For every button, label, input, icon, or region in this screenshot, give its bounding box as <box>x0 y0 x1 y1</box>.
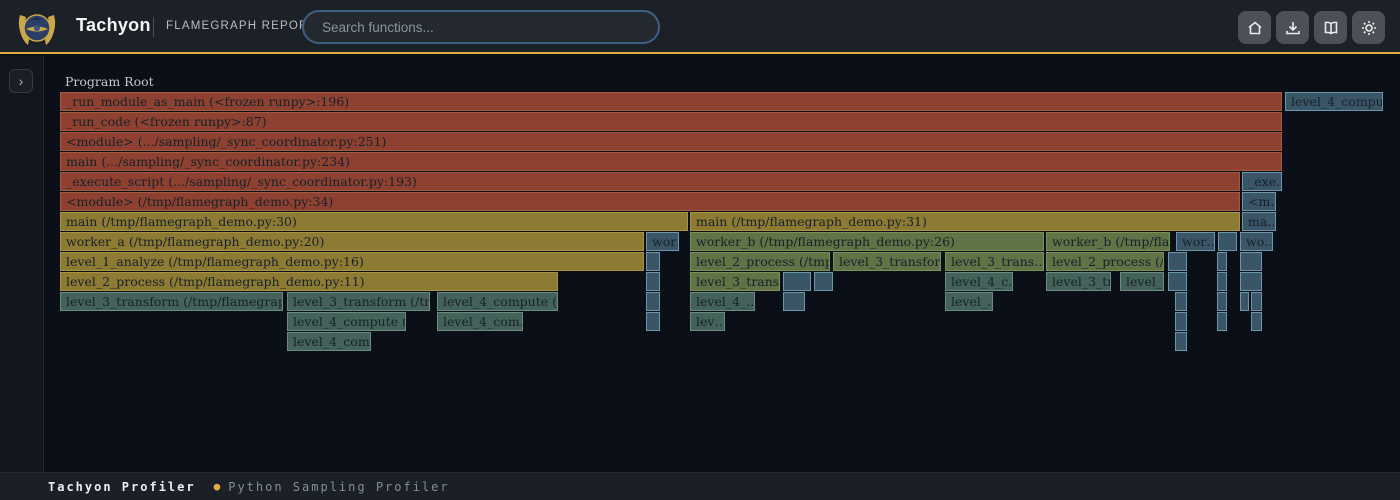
flame-bar[interactable]: main (/tmp/flamegraph_demo.py:30) <box>60 212 688 231</box>
flame-bar[interactable]: level_4_… <box>690 292 755 311</box>
flame-bar[interactable]: level_2_process (/tm… <box>1046 252 1164 271</box>
flame-bar[interactable]: _run_module_as_main (<frozen runpy>:196) <box>60 92 1282 111</box>
theme-toggle-button[interactable] <box>1352 11 1385 44</box>
flame-bar[interactable]: wor… <box>646 232 679 251</box>
flame-bar[interactable]: ma… <box>1242 212 1276 231</box>
flame-bar[interactable]: level_3_transform (/tmp/fl… <box>287 292 430 311</box>
home-button[interactable] <box>1238 11 1271 44</box>
sidebar-toggle-button[interactable]: › <box>9 69 33 93</box>
flame-bar[interactable]: level_… <box>1120 272 1164 291</box>
status-subtitle: Python Sampling Profiler <box>228 480 449 494</box>
flame-bar[interactable] <box>1217 272 1227 291</box>
flame-bar[interactable] <box>1251 312 1262 331</box>
flame-bar[interactable]: level_3_transform… <box>833 252 941 271</box>
flame-root-bar[interactable]: Program Root <box>60 72 1282 91</box>
flame-bar[interactable]: level_1_analyze (/tmp/flamegraph_demo.py… <box>60 252 644 271</box>
flame-bar[interactable]: lev… <box>690 312 725 331</box>
flame-bar[interactable]: level_4_c… <box>945 272 1013 291</box>
flame-bar[interactable]: _execute_script (.../sampling/_sync_coor… <box>60 172 1240 191</box>
flame-bar[interactable]: main (/tmp/flamegraph_demo.py:31) <box>690 212 1240 231</box>
flame-bar[interactable]: level_3_transform (/tmp/flamegraph_dem… <box>60 292 283 311</box>
header-divider <box>153 17 154 37</box>
flame-bar[interactable] <box>1240 252 1262 271</box>
flame-bar[interactable] <box>1217 312 1227 331</box>
status-app-name: Tachyon Profiler <box>48 480 196 494</box>
flame-bar[interactable]: _exe… <box>1242 172 1282 191</box>
status-dot-icon: ● <box>214 480 221 493</box>
flame-bar[interactable] <box>1168 252 1187 271</box>
flame-bar[interactable]: level_4_com… <box>287 332 371 351</box>
flame-bar[interactable]: level_2_process (/tmp/flamegraph_demo.py… <box>60 272 558 291</box>
flame-bar[interactable]: <module> (/tmp/flamegraph_demo.py:34) <box>60 192 1240 211</box>
flame-bar[interactable] <box>1240 292 1249 311</box>
flame-bar[interactable]: level_4_compute (/t… <box>437 292 558 311</box>
flame-bar[interactable] <box>646 272 660 291</box>
tachyon-logo-icon <box>16 7 58 49</box>
flame-bar[interactable]: level_3_tr… <box>1046 272 1111 291</box>
flame-bar[interactable] <box>1175 292 1187 311</box>
home-icon <box>1246 19 1264 37</box>
download-icon <box>1284 19 1302 37</box>
flame-bar[interactable]: level_4_com… <box>437 312 523 331</box>
flame-bar[interactable]: main (.../sampling/_sync_coordinator.py:… <box>60 152 1282 171</box>
search-input[interactable] <box>302 10 660 44</box>
flame-bar[interactable] <box>1168 272 1187 291</box>
flame-bar[interactable]: <m… <box>1242 192 1276 211</box>
flame-bar[interactable] <box>1217 292 1227 311</box>
flame-bar[interactable] <box>1175 312 1187 331</box>
flame-bar[interactable] <box>783 292 805 311</box>
flame-bar[interactable]: level_3_transf… <box>690 272 780 291</box>
flame-bar[interactable] <box>1217 252 1227 271</box>
book-icon <box>1322 19 1340 37</box>
flame-bar[interactable]: level_3_trans… <box>945 252 1044 271</box>
flame-bar[interactable] <box>646 252 660 271</box>
flame-bar[interactable] <box>814 272 833 291</box>
chevron-right-icon: › <box>19 73 24 89</box>
flame-bar[interactable]: level_4_compute (/t… <box>287 312 406 331</box>
flame-bar[interactable]: _run_code (<frozen runpy>:87) <box>60 112 1282 131</box>
flame-bar[interactable] <box>646 312 660 331</box>
flame-bar[interactable] <box>783 272 811 291</box>
left-sidebar: › <box>0 56 44 472</box>
app-header: Tachyon FLAMEGRAPH REPORT <box>0 0 1400 54</box>
flame-bar[interactable]: <module> (.../sampling/_sync_coordinator… <box>60 132 1282 151</box>
app-title: Tachyon <box>76 15 151 36</box>
sun-icon <box>1360 19 1378 37</box>
status-bar: Tachyon Profiler ● Python Sampling Profi… <box>0 472 1400 500</box>
flame-bar[interactable]: level_2_process (/tmp/fla… <box>690 252 830 271</box>
flame-bar[interactable]: wor… <box>1176 232 1215 251</box>
flame-bar[interactable]: level_… <box>945 292 993 311</box>
flame-bar[interactable]: level_4_comput… <box>1285 92 1383 111</box>
flame-bar[interactable]: worker_b (/tmp/flame… <box>1046 232 1170 251</box>
flame-bar[interactable]: worker_a (/tmp/flamegraph_demo.py:20) <box>60 232 644 251</box>
docs-button[interactable] <box>1314 11 1347 44</box>
flame-bar[interactable]: worker_b (/tmp/flamegraph_demo.py:26) <box>690 232 1044 251</box>
download-button[interactable] <box>1276 11 1309 44</box>
flame-bar[interactable] <box>1240 272 1262 291</box>
flame-bar[interactable]: wo… <box>1240 232 1273 251</box>
flame-bar[interactable] <box>1175 332 1187 351</box>
flame-bar[interactable] <box>1218 232 1237 251</box>
flame-bar[interactable] <box>646 292 660 311</box>
flame-bar[interactable] <box>1251 292 1262 311</box>
report-type-label: FLAMEGRAPH REPORT <box>166 20 317 32</box>
flamegraph-layer: Program Root _run_module_as_main (<froze… <box>0 0 1400 472</box>
